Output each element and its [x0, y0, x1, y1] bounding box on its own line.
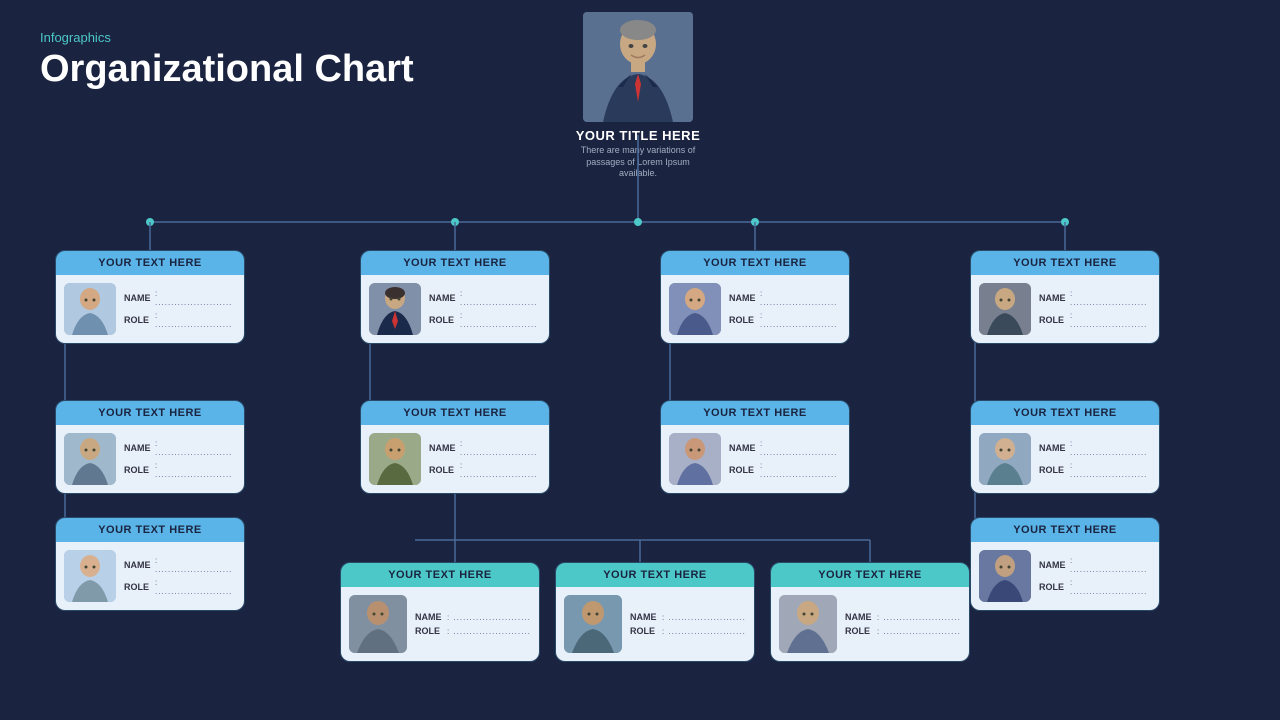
- name-label: NAME: [124, 293, 151, 303]
- card-c1-r3-photo: [64, 550, 116, 602]
- page-title: Organizational Chart: [40, 49, 414, 91]
- card-c3-r2-photo: [669, 433, 721, 485]
- card-c1-r3-body: NAME : ........................ ROLE : .…: [56, 542, 244, 610]
- card-c3-r2-info: NAME : ........................ ROLE : .…: [729, 439, 841, 479]
- card-c1-r3-header: YOUR TEXT HERE: [56, 518, 244, 542]
- card-c2-r2-info: NAME : ........................ ROLE : .…: [429, 439, 541, 479]
- card-c4-r2-header: YOUR TEXT HERE: [971, 401, 1159, 425]
- card-c4-r3-photo: [979, 550, 1031, 602]
- card-c2-r2-body: NAME : ........................ ROLE : .…: [361, 425, 549, 493]
- card-c2-r1-header: YOUR TEXT HERE: [361, 251, 549, 275]
- card-c4-r1-info: NAME : ........................ ROLE : .…: [1039, 289, 1151, 329]
- card-b2-photo: [564, 595, 622, 653]
- card-b1: YOUR TEXT HERE NAME : ..................…: [340, 562, 540, 662]
- card-c1-r3: YOUR TEXT HERE NAME : ..................…: [55, 517, 245, 611]
- card-c1-r3-info: NAME : ........................ ROLE : .…: [124, 556, 236, 596]
- card-c2-r2-header: YOUR TEXT HERE: [361, 401, 549, 425]
- card-b3-header: YOUR TEXT HERE: [771, 563, 969, 587]
- card-c2-r1-body: NAME : ........................ ROLE : .…: [361, 275, 549, 343]
- root-photo: [583, 12, 693, 122]
- card-b3-info: NAME : ........................ ROLE : .…: [845, 612, 961, 636]
- card-b1-header: YOUR TEXT HERE: [341, 563, 539, 587]
- card-c4-r3-info: NAME : ........................ ROLE : .…: [1039, 556, 1151, 596]
- card-c3-r1-header: YOUR TEXT HERE: [661, 251, 849, 275]
- root-node: YOUR TITLE HERE There are many variation…: [573, 12, 703, 180]
- card-b2-header: YOUR TEXT HERE: [556, 563, 754, 587]
- card-c4-r3-header: YOUR TEXT HERE: [971, 518, 1159, 542]
- card-c2-r1-info: NAME : ........................ ROLE : .…: [429, 289, 541, 329]
- card-c2-r2-photo: [369, 433, 421, 485]
- card-b1-body: NAME : ........................ ROLE : .…: [341, 587, 539, 661]
- card-b3-body: NAME : ........................ ROLE : .…: [771, 587, 969, 661]
- card-c2-r2: YOUR TEXT HERE NAME : ..................…: [360, 400, 550, 494]
- card-c3-r2: YOUR TEXT HERE NAME : ..................…: [660, 400, 850, 494]
- root-title: YOUR TITLE HERE: [576, 128, 701, 143]
- card-c1-r2-body: NAME : ........................ ROLE : .…: [56, 425, 244, 493]
- page-header: Infographics Organizational Chart: [40, 30, 414, 91]
- card-c4-r3: YOUR TEXT HERE NAME : ..................…: [970, 517, 1160, 611]
- card-c2-r1-photo: [369, 283, 421, 335]
- card-c4-r1-photo: [979, 283, 1031, 335]
- card-c3-r1-info: NAME : ........................ ROLE : .…: [729, 289, 841, 329]
- card-c4-r3-body: NAME : ........................ ROLE : .…: [971, 542, 1159, 610]
- card-c4-r2-photo: [979, 433, 1031, 485]
- card-c4-r2: YOUR TEXT HERE NAME : ..................…: [970, 400, 1160, 494]
- infographics-label: Infographics: [40, 30, 414, 45]
- card-c1-r1-body: NAME : ........................ ROLE : .…: [56, 275, 244, 343]
- role-label: ROLE: [124, 315, 151, 325]
- card-c1-r2-photo: [64, 433, 116, 485]
- card-c4-r2-info: NAME : ........................ ROLE : .…: [1039, 439, 1151, 479]
- card-c4-r1-header: YOUR TEXT HERE: [971, 251, 1159, 275]
- card-c1-r2-info: NAME : ........................ ROLE : .…: [124, 439, 236, 479]
- card-c4-r1-body: NAME : ........................ ROLE : .…: [971, 275, 1159, 343]
- card-c1-r1: YOUR TEXT HERE NAME : ..................…: [55, 250, 245, 344]
- card-c2-r1: YOUR TEXT HERE NAME : ..................…: [360, 250, 550, 344]
- card-c1-r1-info: NAME : ........................ ROLE : .…: [124, 289, 236, 329]
- card-c4-r2-body: NAME : ........................ ROLE : .…: [971, 425, 1159, 493]
- card-c1-r2-header: YOUR TEXT HERE: [56, 401, 244, 425]
- root-description: There are many variations of passages of…: [573, 145, 703, 180]
- card-c3-r1-body: NAME : ........................ ROLE : .…: [661, 275, 849, 343]
- card-b2: YOUR TEXT HERE NAME : ..................…: [555, 562, 755, 662]
- card-b2-body: NAME : ........................ ROLE : .…: [556, 587, 754, 661]
- card-c3-r2-body: NAME : ........................ ROLE : .…: [661, 425, 849, 493]
- card-c1-r1-header: YOUR TEXT HERE: [56, 251, 244, 275]
- card-b3-photo: [779, 595, 837, 653]
- card-c3-r2-header: YOUR TEXT HERE: [661, 401, 849, 425]
- card-b3: YOUR TEXT HERE NAME : ..................…: [770, 562, 970, 662]
- card-b1-info: NAME : ........................ ROLE : .…: [415, 612, 531, 636]
- card-b2-info: NAME : ........................ ROLE : .…: [630, 612, 746, 636]
- card-c1-r1-photo: [64, 283, 116, 335]
- card-c3-r1-photo: [669, 283, 721, 335]
- card-b1-photo: [349, 595, 407, 653]
- card-c1-r2: YOUR TEXT HERE NAME : ..................…: [55, 400, 245, 494]
- card-c3-r1: YOUR TEXT HERE NAME : ..................…: [660, 250, 850, 344]
- card-c4-r1: YOUR TEXT HERE NAME : ..................…: [970, 250, 1160, 344]
